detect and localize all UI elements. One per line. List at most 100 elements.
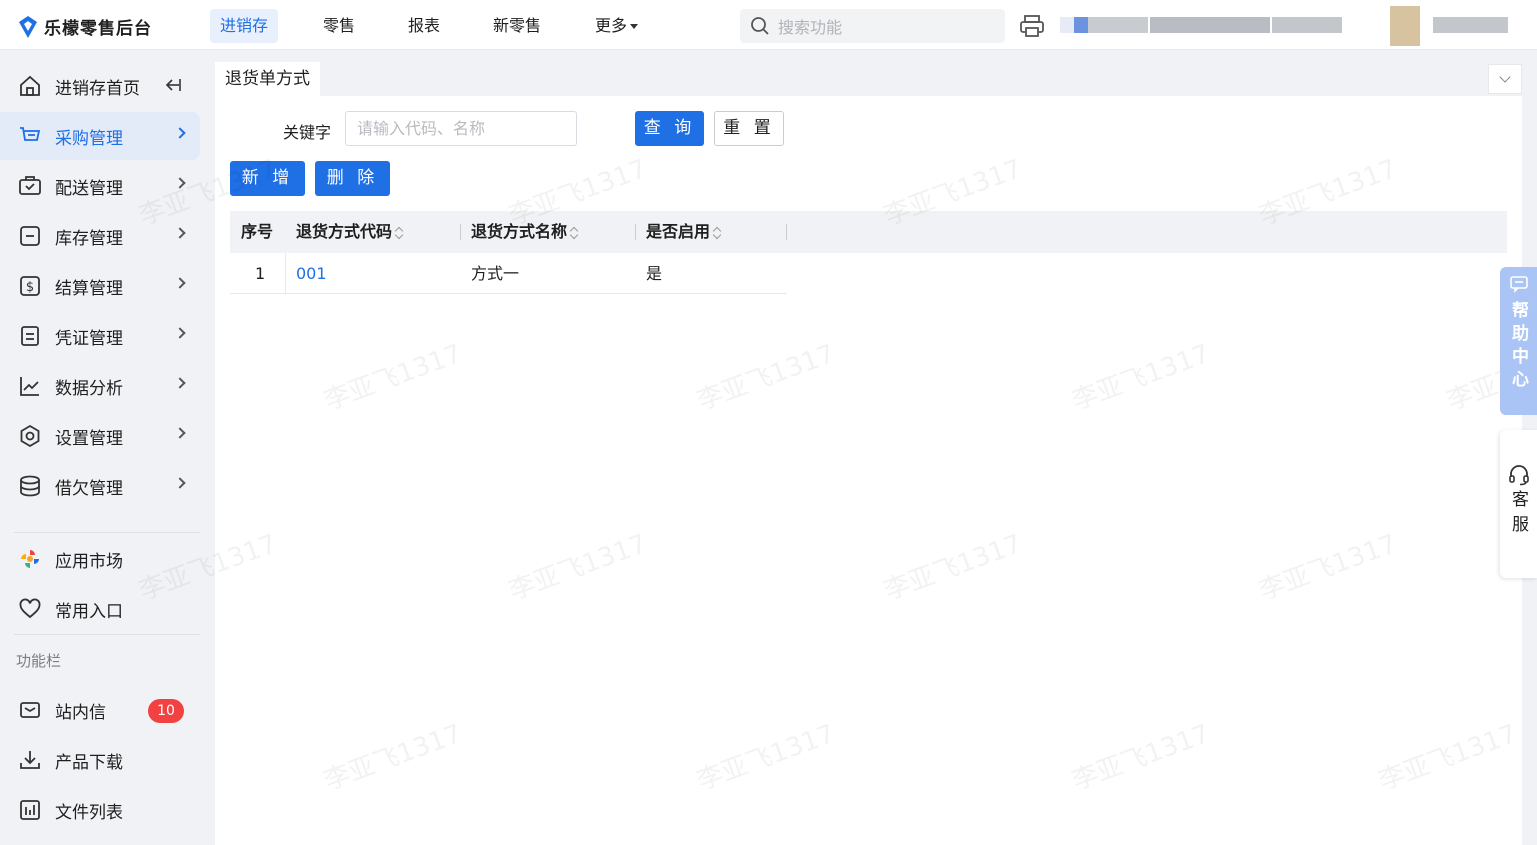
watermark: 李亚飞1317 <box>693 339 839 417</box>
blurred-info <box>1272 17 1342 33</box>
app-market-icon <box>18 547 42 571</box>
reset-button[interactable]: 重 置 <box>714 111 784 146</box>
settlement-icon: $ <box>18 274 42 298</box>
home-icon <box>18 74 42 98</box>
heart-icon <box>18 597 42 621</box>
help-center-label: 帮助中心 <box>1508 301 1528 393</box>
sidebar-item-label: 应用市场 <box>55 551 123 572</box>
header-index: 序号 <box>241 222 274 241</box>
query-button[interactable]: 查 询 <box>635 111 704 146</box>
cell-code-link[interactable]: 001 <box>296 253 327 294</box>
chevron-right-icon <box>174 327 186 339</box>
keyword-label: 关键字 <box>283 123 332 142</box>
sidebar-item-favorites[interactable]: 常用入口 <box>0 585 200 633</box>
sidebar-item-purchase[interactable]: 采购管理 <box>0 112 200 160</box>
sidebar-item-settings[interactable]: 设置管理 <box>0 412 200 460</box>
delivery-icon <box>18 174 42 198</box>
unread-count-badge: 10 <box>148 699 184 723</box>
search-box[interactable]: 搜索功能 <box>740 9 1005 43</box>
user-name-blurred[interactable] <box>1433 17 1508 33</box>
sidebar-item-label: 常用入口 <box>55 601 123 622</box>
sidebar-item-home[interactable]: 进销存首页 <box>0 62 200 110</box>
tab-strip: 退货单方式 <box>215 62 1522 96</box>
column-divider <box>635 224 636 240</box>
watermark: 李亚飞1317 <box>320 339 466 417</box>
chevron-right-icon <box>174 127 186 139</box>
help-center-button[interactable]: 帮助中心 <box>1500 267 1537 415</box>
add-button[interactable]: 新 增 <box>230 161 305 196</box>
header-code[interactable]: 退货方式代码 <box>296 211 403 253</box>
sidebar-item-delivery[interactable]: 配送管理 <box>0 162 200 210</box>
chevron-right-icon <box>174 427 186 439</box>
table-row[interactable]: 1 001 方式一 是 <box>230 253 787 294</box>
header-name[interactable]: 退货方式名称 <box>471 211 578 253</box>
cell-name: 方式一 <box>471 264 520 283</box>
column-divider <box>285 253 286 294</box>
sidebar-item-debt[interactable]: 借欠管理 <box>0 462 200 510</box>
header-enabled[interactable]: 是否启用 <box>646 211 721 253</box>
sort-icon[interactable] <box>395 226 403 240</box>
chevron-right-icon <box>174 277 186 289</box>
sort-icon[interactable] <box>713 226 721 240</box>
sidebar-item-label: 产品下载 <box>55 752 123 773</box>
sidebar: 进销存首页 采购管理 配送管理 库存管理 $ 结算管理 凭证管理 数据分析 设置… <box>0 50 215 845</box>
tab-return-method[interactable]: 退货单方式 <box>215 62 320 96</box>
sort-icon[interactable] <box>570 226 578 240</box>
topnav-jinxiaocun[interactable]: 进销存 <box>210 9 279 43</box>
watermark: 李亚飞1317 <box>1375 719 1521 797</box>
keyword-input[interactable] <box>345 111 577 146</box>
file-list-icon <box>18 798 42 822</box>
chevron-right-icon <box>174 477 186 489</box>
avatar[interactable] <box>1390 6 1420 46</box>
topnav-reports[interactable]: 报表 <box>398 9 450 43</box>
top-bar: 乐檬零售后台 进销存 零售 报表 新零售 更多 搜索功能 <box>0 0 1537 50</box>
sidebar-divider <box>14 532 200 533</box>
svg-text:$: $ <box>26 280 34 295</box>
sidebar-item-download[interactable]: 产品下载 <box>0 736 200 784</box>
topnav-more-label: 更多 <box>595 16 628 35</box>
column-divider <box>460 224 461 240</box>
app-logo[interactable]: 乐檬零售后台 <box>18 14 152 39</box>
inventory-icon <box>18 224 42 248</box>
sidebar-section-title: 功能栏 <box>16 652 62 670</box>
sidebar-item-label: 站内信 <box>55 702 106 723</box>
sidebar-item-inventory[interactable]: 库存管理 <box>0 212 200 260</box>
chevron-right-icon <box>174 177 186 189</box>
sidebar-item-voucher[interactable]: 凭证管理 <box>0 312 200 360</box>
voucher-icon <box>18 324 42 348</box>
header-code-label: 退货方式代码 <box>296 222 393 241</box>
topnav-new-retail[interactable]: 新零售 <box>483 9 551 43</box>
customer-service-button[interactable]: 客服 <box>1500 430 1537 578</box>
sidebar-item-analytics[interactable]: 数据分析 <box>0 362 200 410</box>
collapse-sidebar-icon[interactable] <box>164 76 182 94</box>
cell-index: 1 <box>255 264 266 283</box>
sidebar-item-file-list[interactable]: 文件列表 <box>0 786 200 834</box>
delete-button[interactable]: 删 除 <box>315 161 390 196</box>
sidebar-item-app-market[interactable]: 应用市场 <box>0 535 200 583</box>
chevron-down-icon <box>1499 71 1511 83</box>
sidebar-item-label: 结算管理 <box>55 278 123 299</box>
header-enabled-label: 是否启用 <box>646 222 711 241</box>
sidebar-item-messages[interactable]: 站内信 10 <box>0 686 200 734</box>
cart-icon <box>18 124 42 148</box>
topnav-retail[interactable]: 零售 <box>313 9 365 43</box>
sidebar-divider <box>14 634 200 635</box>
topnav-more[interactable]: 更多 <box>585 9 648 43</box>
watermark: 李亚飞1317 <box>1068 339 1214 417</box>
sidebar-item-label: 借欠管理 <box>55 478 123 499</box>
sidebar-item-settlement[interactable]: $ 结算管理 <box>0 262 200 310</box>
watermark: 李亚飞1317 <box>1255 529 1401 607</box>
download-icon <box>18 748 42 772</box>
customer-service-label: 客服 <box>1508 490 1528 540</box>
chart-icon <box>18 374 42 398</box>
cell-enabled: 是 <box>646 264 663 283</box>
watermark: 李亚飞1317 <box>880 529 1026 607</box>
watermark: 李亚飞1317 <box>1068 719 1214 797</box>
table-header: 序号 退货方式代码 退货方式名称 是否启用 <box>230 211 1507 253</box>
watermark: 李亚飞1317 <box>505 529 651 607</box>
tab-menu-button[interactable] <box>1488 64 1522 94</box>
sidebar-item-label: 设置管理 <box>55 428 123 449</box>
printer-icon[interactable] <box>1019 14 1045 38</box>
blurred-info <box>1150 17 1270 33</box>
headset-icon <box>1508 465 1529 486</box>
